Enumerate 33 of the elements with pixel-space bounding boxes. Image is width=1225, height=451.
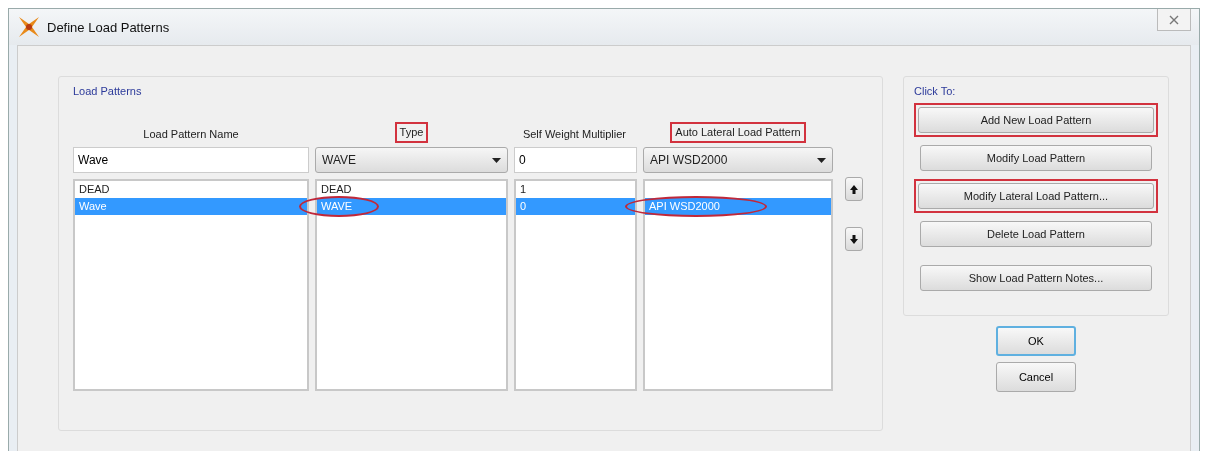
column-header: Self Weight Multiplier — [521, 127, 627, 142]
list-item[interactable]: DEAD — [317, 181, 506, 198]
close-icon — [1169, 14, 1179, 25]
list-item[interactable]: DEAD — [75, 181, 307, 198]
list-box[interactable]: DEAD WAVE — [315, 179, 508, 391]
column-header: Auto Lateral Load Pattern — [670, 122, 806, 143]
action-button[interactable]: Modify Load Pattern — [920, 145, 1152, 171]
arrow-up-icon — [849, 183, 859, 195]
list-box[interactable]: 1 0 — [514, 179, 637, 391]
list-box[interactable]: DEAD Wave — [73, 179, 309, 391]
move-up-button[interactable] — [845, 177, 863, 201]
app-icon — [17, 15, 41, 39]
action-button[interactable]: Modify Lateral Load Pattern... — [918, 183, 1154, 209]
caret-icon — [817, 157, 826, 163]
dropdown[interactable]: WAVE — [315, 147, 508, 173]
action-button[interactable]: Show Load Pattern Notes... — [920, 265, 1152, 291]
list-item[interactable]: 1 — [516, 181, 635, 198]
caret-icon — [492, 157, 501, 163]
dropdown[interactable]: API WSD2000 — [643, 147, 833, 173]
group-title: Click To: — [914, 85, 957, 97]
arrow-down-icon — [849, 233, 859, 245]
column-header: Type — [394, 122, 429, 143]
column-header: Load Pattern Name — [142, 127, 240, 142]
input-field[interactable]: Wave — [73, 147, 309, 173]
group-title: Load Patterns — [73, 85, 143, 97]
action-button[interactable]: Add New Load Pattern — [918, 107, 1154, 133]
move-down-button[interactable] — [845, 227, 863, 251]
dialog-button[interactable]: Cancel — [996, 362, 1076, 392]
dialog-button[interactable]: OK — [996, 326, 1076, 356]
window-title: Define Load Patterns — [47, 19, 170, 35]
action-button[interactable]: Delete Load Pattern — [920, 221, 1152, 247]
input-field[interactable]: 0 — [514, 147, 637, 173]
close-button[interactable] — [1157, 9, 1191, 31]
